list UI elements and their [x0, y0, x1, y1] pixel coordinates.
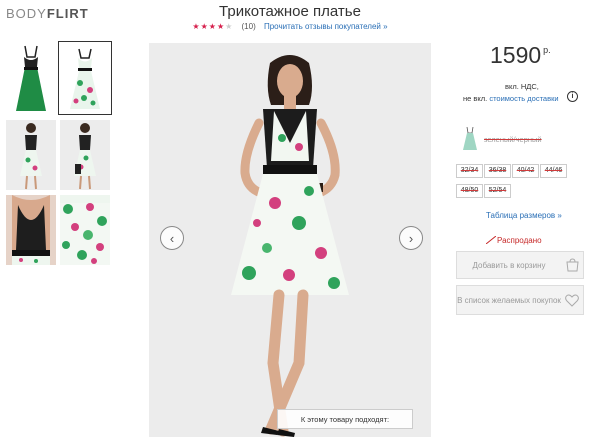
thumbnail-dress-green[interactable]: [6, 43, 56, 113]
thumbnail-dress-floral-model-2[interactable]: [60, 120, 110, 190]
previous-image-button[interactable]: ‹: [160, 226, 184, 250]
vat-note: вкл. НДС,: [505, 82, 539, 91]
size-option[interactable]: 40/42: [512, 164, 539, 178]
chevron-left-icon: ‹: [169, 230, 175, 246]
heart-icon: [561, 294, 583, 307]
size-option[interactable]: 52/54: [484, 184, 511, 198]
chevron-right-icon: ›: [408, 230, 414, 246]
model-photo: [149, 43, 431, 437]
soldout-slash-icon: [486, 236, 496, 244]
thumbnail-dress-floral-front[interactable]: [58, 41, 112, 115]
size-option[interactable]: 48/50: [456, 184, 483, 198]
brand-logo[interactable]: BODYFLIRT: [6, 6, 89, 21]
size-option[interactable]: 44/46: [540, 164, 567, 178]
size-table-link[interactable]: Таблица размеров »: [486, 211, 562, 220]
size-option[interactable]: 32/34: [456, 164, 483, 178]
thumbnail-dress-floral-model-1[interactable]: [6, 120, 56, 190]
product-price: 1590 р.: [490, 42, 551, 68]
reviews-link[interactable]: Прочитать отзывы покупателей »: [264, 22, 388, 31]
rating-count: (10): [241, 22, 256, 31]
product-rating: ★★★★★ (10) Прочитать отзывы покупателей …: [150, 22, 430, 31]
related-products-caption[interactable]: К этому товару подходят:: [277, 409, 413, 429]
next-image-button[interactable]: ›: [399, 226, 423, 250]
delivery-cost-link[interactable]: стоимость доставки: [489, 94, 558, 103]
main-product-image[interactable]: ‹ › К этому товару подходят:: [149, 43, 431, 437]
color-name: зеленый/черный: [484, 135, 542, 144]
thumbnail-dress-floral-fabric[interactable]: [60, 195, 110, 265]
shopping-bag-icon: [561, 258, 583, 272]
info-icon[interactable]: i: [567, 91, 578, 102]
add-to-cart-button[interactable]: Добавить в корзину: [456, 251, 584, 279]
color-swatch[interactable]: [462, 126, 478, 151]
rating-stars: ★★★★★: [192, 22, 234, 31]
product-title: Трикотажное платье: [219, 3, 361, 20]
availability-status: Распродано: [497, 236, 542, 245]
delivery-note: не вкл. стоимость доставки: [463, 94, 559, 103]
thumbnail-dress-floral-detail[interactable]: [6, 195, 56, 265]
size-option[interactable]: 36/38: [484, 164, 511, 178]
add-to-wishlist-button[interactable]: В список желаемых покупок: [456, 285, 584, 315]
